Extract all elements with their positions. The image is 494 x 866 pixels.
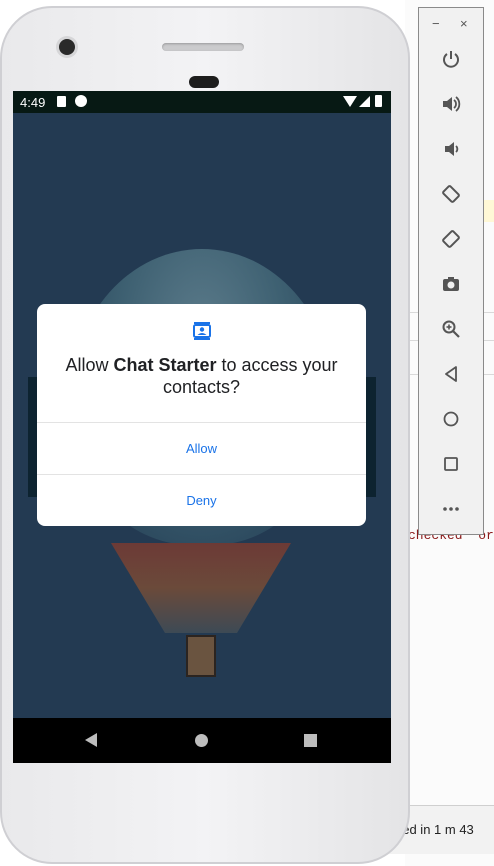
volume-up-icon[interactable]: [439, 92, 463, 116]
back-icon[interactable]: [439, 362, 463, 386]
signal-icon: [359, 96, 370, 107]
volume-down-icon[interactable]: [439, 137, 463, 161]
battery-icon: [375, 95, 382, 107]
zoom-icon[interactable]: [439, 317, 463, 341]
balloon-basket: [186, 635, 216, 677]
sensor: [189, 76, 219, 88]
power-icon[interactable]: [439, 47, 463, 71]
ide-highlight: [484, 200, 494, 222]
nav-home-icon[interactable]: [195, 734, 208, 747]
rotate-right-icon[interactable]: [439, 227, 463, 251]
front-camera: [59, 39, 75, 55]
wifi-icon: [343, 96, 357, 107]
notification-icon: [75, 95, 87, 107]
emulator-toolbar: − ×: [418, 7, 484, 535]
status-time: 4:49: [20, 95, 46, 110]
overview-icon[interactable]: [439, 452, 463, 476]
home-icon[interactable]: [439, 407, 463, 431]
dialog-app-name: Chat Starter: [113, 355, 217, 375]
permission-dialog: Allow Chat Starter to access your contac…: [37, 304, 366, 526]
camera-icon[interactable]: [439, 272, 463, 296]
status-bar: 4:49: [13, 91, 391, 113]
more-icon[interactable]: [439, 497, 463, 521]
contacts-icon: [193, 322, 211, 340]
dialog-title-prefix: Allow: [65, 355, 114, 375]
deny-button[interactable]: Deny: [37, 475, 366, 526]
rotate-left-icon[interactable]: [439, 182, 463, 206]
balloon-image-lower: [111, 543, 291, 633]
close-button[interactable]: ×: [460, 16, 468, 31]
dialog-title: Allow Chat Starter to access your contac…: [37, 354, 366, 398]
navigation-bar: [13, 718, 391, 763]
nav-recent-icon[interactable]: [304, 734, 317, 747]
sd-card-icon: [57, 96, 66, 107]
earpiece: [162, 43, 244, 51]
phone-screen: 4:49 Allow Chat Starter to access your c…: [13, 91, 391, 763]
allow-button[interactable]: Allow: [37, 423, 366, 475]
nav-back-icon[interactable]: [85, 733, 97, 747]
minimize-button[interactable]: −: [432, 16, 440, 31]
